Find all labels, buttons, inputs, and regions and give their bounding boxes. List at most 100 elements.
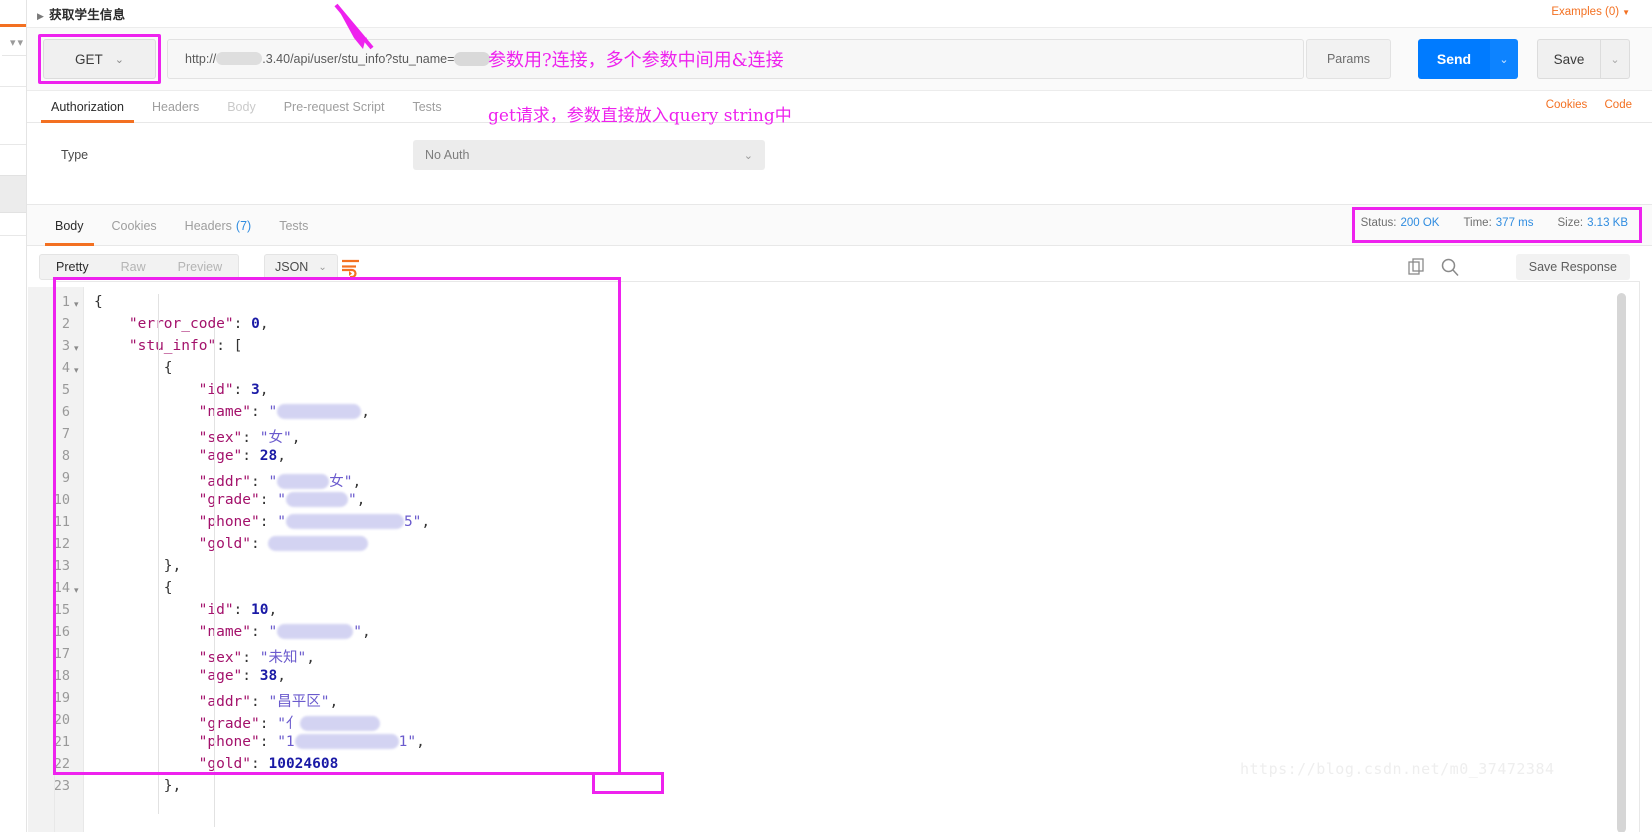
json-response-viewer[interactable]: 1 ▾{2 "error_code": 0, 3 ▾ "stu_info": [4 ▾{5 "… <box>28 287 1652 832</box>
send-button[interactable]: Send <box>1418 39 1490 79</box>
save-response-button[interactable]: Save Response <box>1515 254 1630 280</box>
response-tab-tests[interactable]: Tests <box>265 205 322 246</box>
json-token: : <box>251 756 269 772</box>
save-options-chevron-down-icon[interactable]: ⌄ <box>1600 39 1630 79</box>
response-tab-body[interactable]: Body <box>41 205 98 246</box>
json-token: "addr" <box>198 474 252 490</box>
time-metric: Time: 377 ms <box>1463 217 1533 229</box>
json-token: , <box>361 624 371 640</box>
line-number: 19 <box>53 690 70 706</box>
format-select[interactable]: JSON ⌄ <box>264 254 338 280</box>
auth-type-select[interactable]: No Auth ⌄ <box>413 140 765 170</box>
json-line: "name": ", <box>94 404 370 420</box>
rail-divider <box>0 86 26 87</box>
json-token: , <box>421 514 431 530</box>
fold-toggle-icon[interactable]: ▾ <box>74 365 79 376</box>
line-number: 21 <box>53 734 70 750</box>
line-number: 12 <box>53 536 70 552</box>
save-button[interactable]: Save <box>1537 39 1600 79</box>
fold-toggle-icon[interactable]: ▾ <box>74 299 79 310</box>
json-token: { <box>163 360 173 376</box>
send-options-chevron-down-icon[interactable]: ⌄ <box>1490 39 1518 79</box>
response-tab-headers[interactable]: Headers (7) <box>171 205 266 246</box>
json-token: : <box>233 602 252 618</box>
redacted-value <box>285 492 348 507</box>
json-line: { <box>94 294 103 310</box>
json-line: "stu_info": [ <box>94 338 243 354</box>
params-button[interactable]: Params <box>1306 39 1391 79</box>
vertical-scrollbar[interactable] <box>1617 293 1626 832</box>
rail-selected-item[interactable] <box>0 175 26 213</box>
json-line: "id": 3, <box>94 382 269 398</box>
view-mode-raw[interactable]: Raw <box>105 255 162 279</box>
redacted-param-value <box>454 52 491 66</box>
size-value: 3.13 KB <box>1587 217 1628 229</box>
indent-guide <box>214 327 215 827</box>
json-token: 10024608 <box>268 756 339 772</box>
json-line: "phone": "1 1", <box>94 734 425 750</box>
tab-pre-request-script[interactable]: Pre-request Script <box>270 91 399 123</box>
search-icon[interactable] <box>1440 257 1460 282</box>
json-token: }, <box>163 778 182 794</box>
line-number: 14 <box>53 580 70 596</box>
json-token: , <box>306 650 315 666</box>
word-wrap-icon[interactable] <box>340 255 362 279</box>
format-label: JSON <box>275 260 309 274</box>
json-token: , <box>352 474 362 490</box>
json-line: { <box>94 580 173 596</box>
code-link[interactable]: Code <box>1605 99 1633 111</box>
authorization-panel: Type No Auth ⌄ <box>27 123 1652 205</box>
json-token: : <box>251 404 269 420</box>
json-token: : <box>251 694 269 710</box>
view-mode-preview[interactable]: Preview <box>162 255 238 279</box>
json-line: "addr": "昌平区", <box>94 690 339 711</box>
redacted-value <box>285 514 404 529</box>
line-number: 15 <box>53 602 70 618</box>
redacted-value <box>277 404 362 419</box>
examples-dropdown[interactable]: Examples (0) ▼ <box>1551 6 1630 18</box>
json-token: , <box>291 430 301 446</box>
json-token: " <box>347 492 357 508</box>
json-line: "name": " ", <box>94 624 371 640</box>
http-method-select[interactable]: GET ⌄ <box>43 39 156 79</box>
redacted-value <box>300 716 381 731</box>
json-token: "error_code" <box>128 316 234 332</box>
json-token: : <box>259 734 278 750</box>
expand-caret-icon[interactable]: ▶ <box>37 11 44 21</box>
line-number: 1 <box>61 294 70 310</box>
response-meta: Status: 200 OK Time: 377 ms Size: 3.13 KB <box>1361 217 1628 229</box>
fold-toggle-icon[interactable]: ▾ <box>74 343 79 354</box>
tab-headers[interactable]: Headers <box>138 91 213 123</box>
line-number: 23 <box>53 778 70 794</box>
json-token: "gold" <box>198 536 252 552</box>
json-token: " <box>353 624 362 640</box>
copy-icon[interactable] <box>1408 258 1426 281</box>
json-token: "addr" <box>198 694 252 710</box>
json-token: : <box>251 536 269 552</box>
fold-toggle-icon[interactable]: ▾ <box>74 585 79 596</box>
chevron-down-icon: ⌄ <box>743 149 753 162</box>
json-token: "id" <box>198 602 234 618</box>
tab-body[interactable]: Body <box>213 91 270 123</box>
json-token: 0 <box>251 316 260 332</box>
status-value: 200 OK <box>1400 217 1440 229</box>
json-token: : <box>259 492 278 508</box>
json-line: { <box>94 360 173 376</box>
json-token: "亻 <box>277 716 301 732</box>
request-title[interactable]: ▶ 获取学生信息 <box>37 4 125 23</box>
view-mode-pretty[interactable]: Pretty <box>40 255 105 279</box>
sidebar-collapse-chevron-down-icon[interactable]: ▾ ▾ <box>2 30 26 56</box>
rail-divider <box>0 235 26 236</box>
chevron-down-icon: ⌄ <box>318 261 327 273</box>
main-panel: ▶ 获取学生信息 Examples (0) ▼ GET ⌄ http://.3.40… <box>26 0 1652 832</box>
redacted-value <box>277 624 354 639</box>
chevron-down-icon: ⌄ <box>114 53 124 66</box>
json-token: , <box>259 382 269 398</box>
response-tab-cookies[interactable]: Cookies <box>98 205 171 246</box>
redacted-value <box>277 474 330 489</box>
tab-authorization[interactable]: Authorization <box>37 91 138 123</box>
tab-tests[interactable]: Tests <box>398 91 455 123</box>
cookies-link[interactable]: Cookies <box>1546 99 1588 111</box>
json-token: "age" <box>198 668 243 684</box>
line-number: 2 <box>61 316 70 332</box>
